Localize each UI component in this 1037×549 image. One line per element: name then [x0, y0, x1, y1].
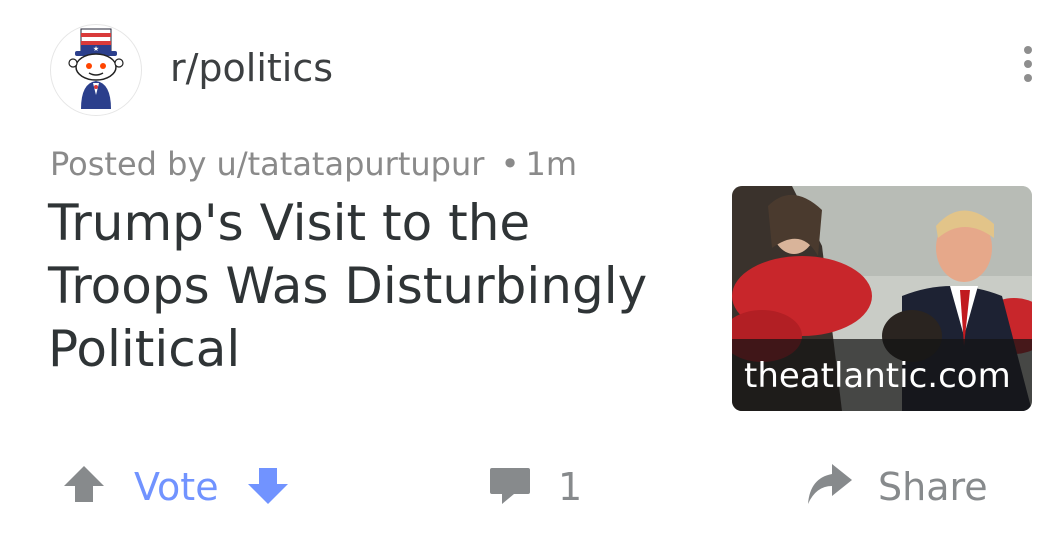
share-button[interactable]: Share: [804, 458, 1004, 512]
author-link[interactable]: u/tatatapurtupur: [217, 145, 485, 183]
comment-bubble-icon: [490, 468, 530, 504]
link-domain: theatlantic.com: [744, 356, 1011, 396]
meta-separator: •: [500, 145, 520, 183]
post-title[interactable]: Trump's Visit to the Troops Was Disturbi…: [48, 192, 688, 381]
arrow-up-icon: [64, 466, 104, 502]
downvote-button[interactable]: [246, 464, 290, 512]
post-meta: Posted by u/tatatapurtupur • 1m: [50, 142, 577, 186]
uncle-sam-snoo-icon: ★: [68, 28, 124, 109]
post-age: 1m: [525, 145, 577, 183]
subreddit-avatar[interactable]: ★: [50, 24, 142, 116]
menu-dot: [1024, 60, 1032, 68]
vote-label: Vote: [134, 465, 219, 509]
overflow-menu-icon[interactable]: [1022, 46, 1034, 90]
comment-count: 1: [558, 465, 583, 509]
post-header: ★ r/politics: [50, 24, 1037, 116]
menu-dot: [1024, 46, 1032, 54]
menu-dot: [1024, 74, 1032, 82]
upvote-button[interactable]: [62, 462, 106, 510]
post-actions-bar: Vote 1 Share: [0, 450, 1037, 520]
link-thumbnail[interactable]: theatlantic.com: [732, 186, 1032, 411]
subreddit-name[interactable]: r/politics: [170, 44, 333, 92]
share-label: Share: [878, 465, 988, 509]
arrow-down-icon: [248, 468, 288, 504]
posted-by-label: Posted by: [50, 145, 207, 183]
share-arrow-icon: [808, 464, 852, 504]
